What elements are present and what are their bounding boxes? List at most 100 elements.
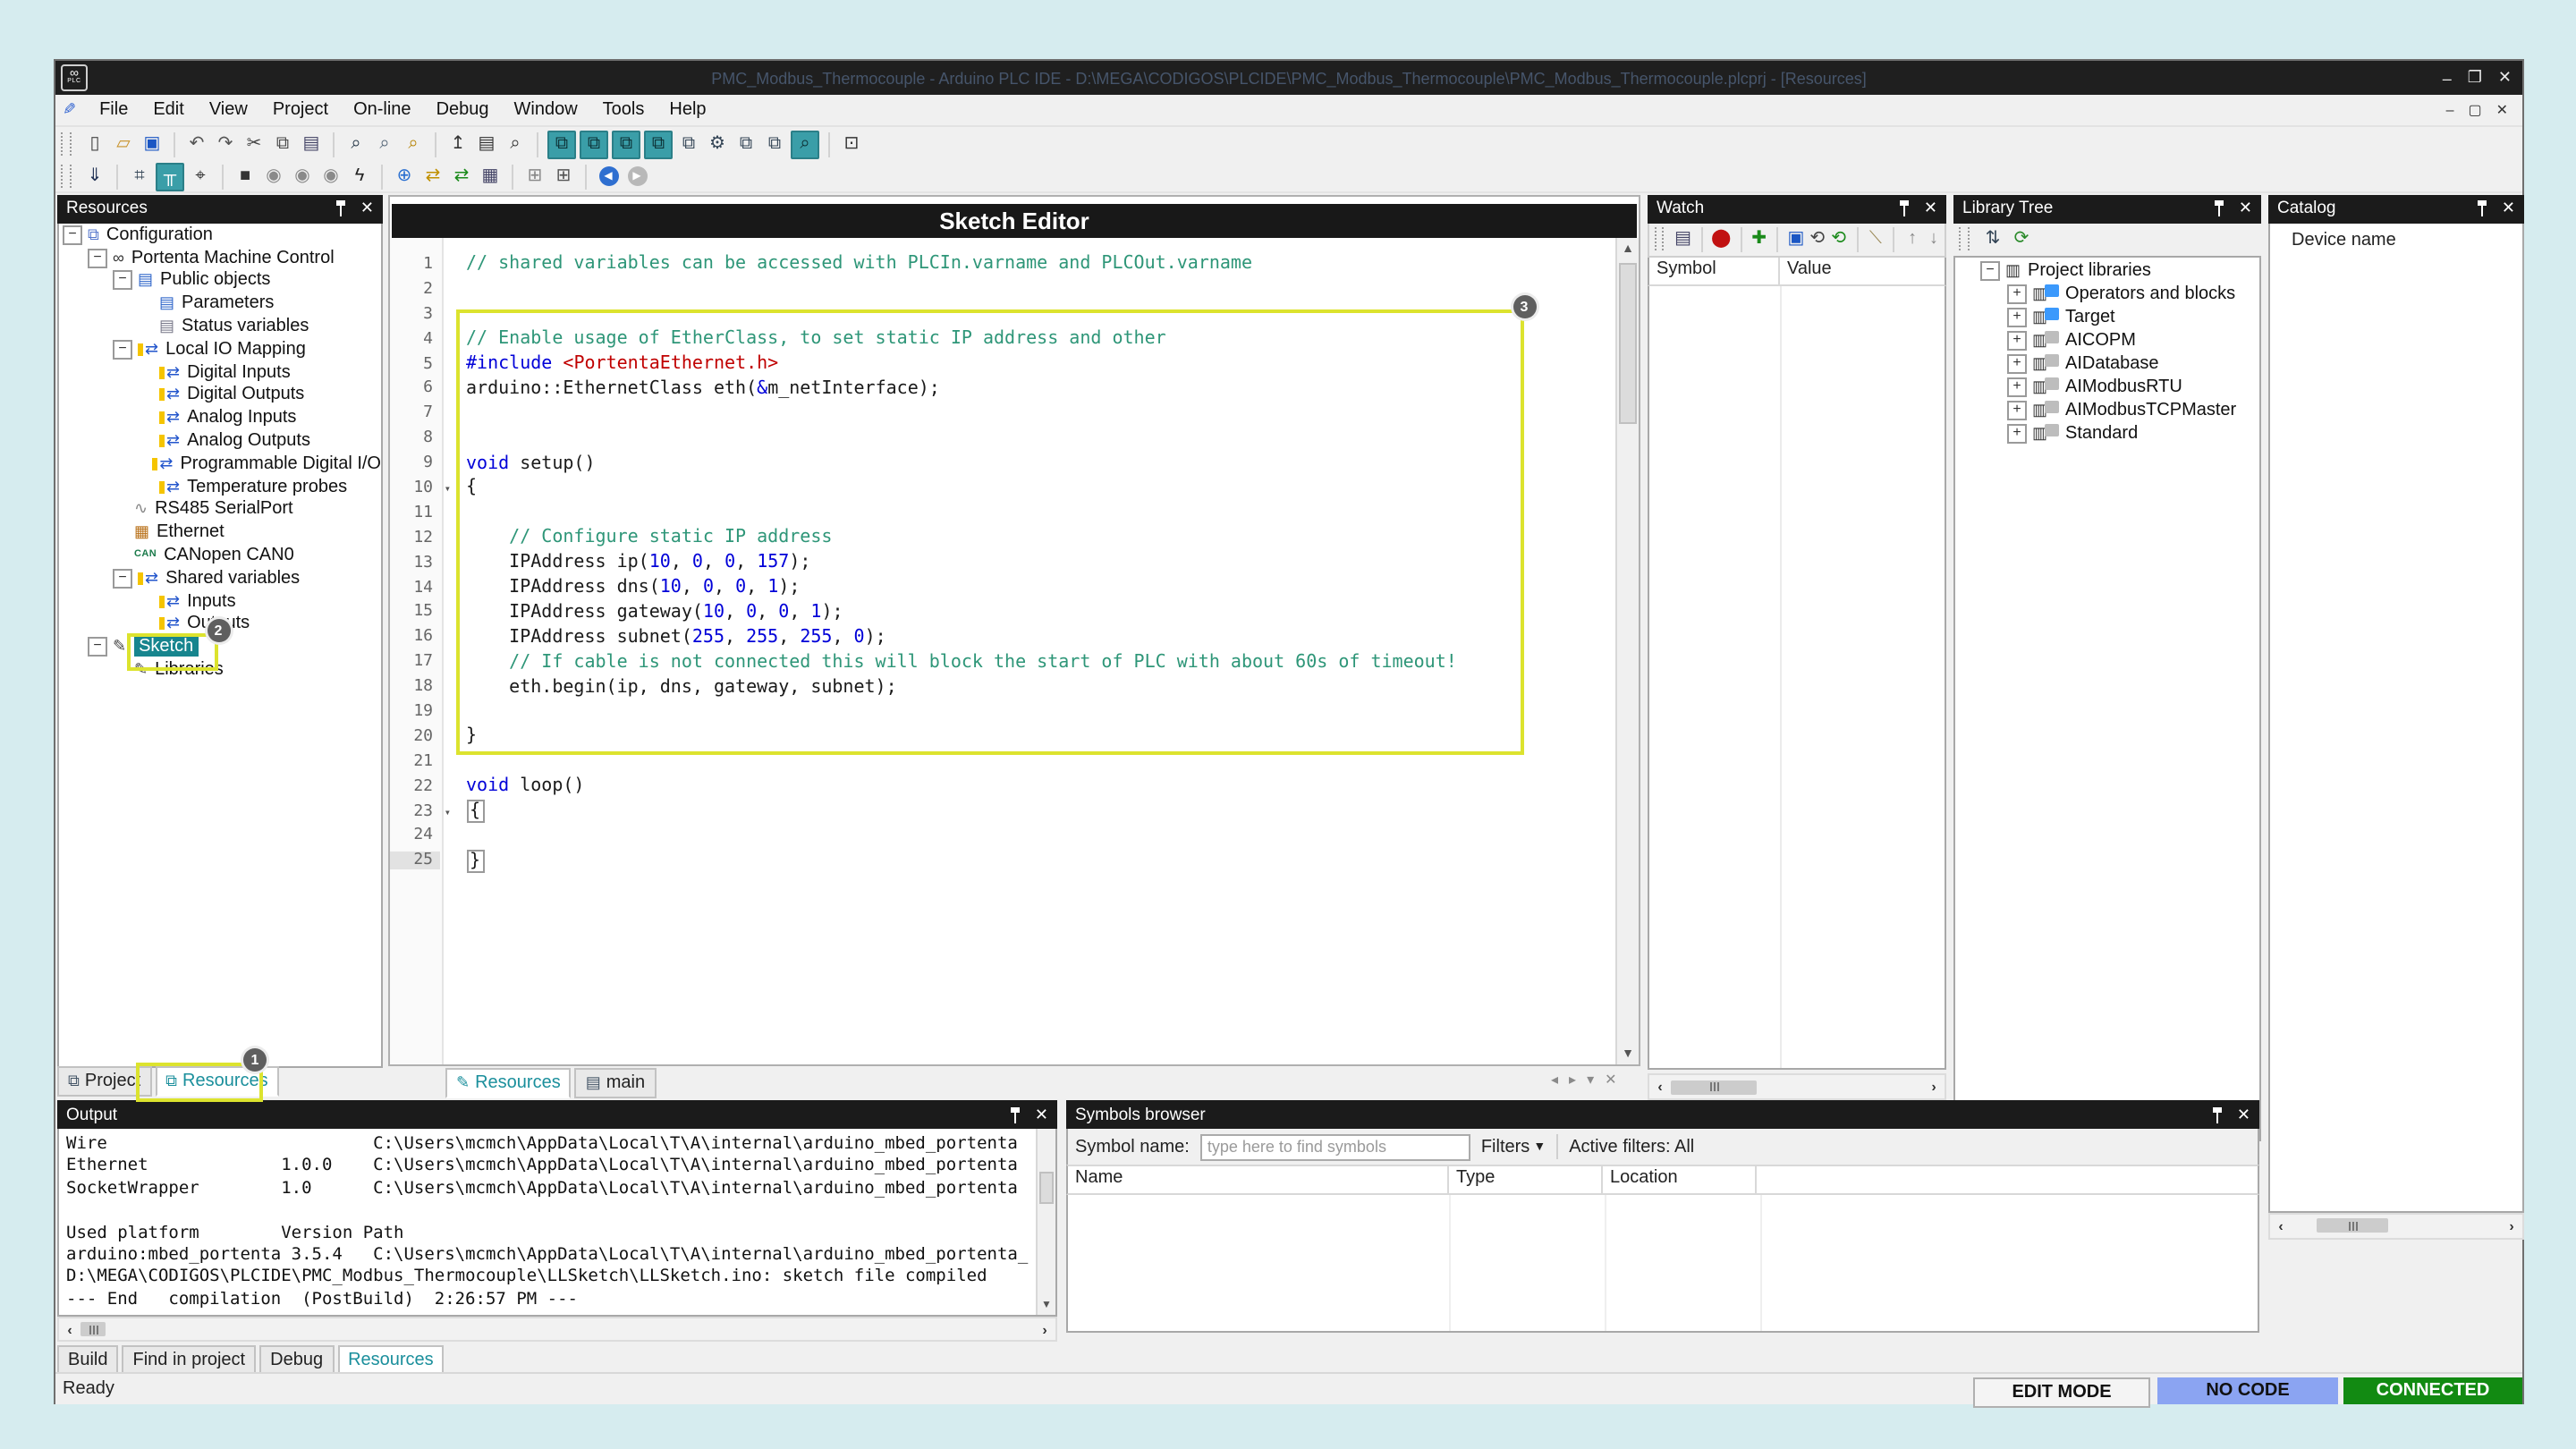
code-line-13[interactable]: 13 IPAddress ip(10, 0, 0, 157); bbox=[390, 550, 1615, 575]
tree-item-portenta-machine-control[interactable]: −∞Portenta Machine Control bbox=[59, 247, 381, 270]
output-vscrollbar[interactable]: ▼ bbox=[1036, 1129, 1055, 1315]
new-project-icon[interactable]: ▯ bbox=[82, 131, 107, 157]
left-panel-tab-resources[interactable]: ⧉Resources bbox=[155, 1066, 279, 1097]
close-icon[interactable]: ✕ bbox=[2502, 199, 2515, 218]
code-line-24[interactable]: 24 bbox=[390, 824, 1615, 849]
watch-grid-icon[interactable]: ▤ bbox=[1674, 226, 1692, 251]
tree-item-programmable-digital-i-o[interactable]: ⇄Programmable Digital I/O bbox=[59, 453, 381, 476]
watch-move-up-icon[interactable]: ↑ bbox=[1903, 226, 1921, 251]
code-line-2[interactable]: 2 bbox=[390, 277, 1615, 302]
collapse-icon[interactable]: − bbox=[88, 637, 107, 657]
symbols-column-location[interactable]: Location bbox=[1603, 1166, 1757, 1193]
menu-debug[interactable]: Debug bbox=[424, 100, 502, 120]
save-project-icon[interactable]: ▣ bbox=[140, 131, 165, 157]
menu-file[interactable]: File bbox=[87, 100, 140, 120]
tree-item-inputs[interactable]: ⇄Inputs bbox=[59, 590, 381, 614]
editor-tab-resources[interactable]: ✎Resources bbox=[445, 1068, 572, 1098]
output-tab-find-in-project[interactable]: Find in project bbox=[123, 1345, 257, 1376]
editor-tab-main[interactable]: ▤main bbox=[575, 1068, 656, 1098]
symbols-column-type[interactable]: Type bbox=[1449, 1166, 1603, 1193]
online-values-icon[interactable]: ⊕ bbox=[392, 164, 417, 189]
output-tab-debug[interactable]: Debug bbox=[259, 1345, 334, 1376]
code-line-15[interactable]: 15 IPAddress gateway(10, 0, 0, 1); bbox=[390, 600, 1615, 625]
close-icon[interactable]: ✕ bbox=[360, 199, 374, 218]
library-refresh-icon[interactable]: ⟳ bbox=[2009, 226, 2034, 251]
tree-item-aidatabase[interactable]: +▥AIDatabase bbox=[1955, 352, 2259, 375]
toggle-cross-reference-window-icon[interactable]: ⧉ bbox=[733, 131, 758, 157]
undo-icon[interactable]: ↶ bbox=[184, 131, 209, 157]
watch-lock-icon[interactable]: ⬤ bbox=[1711, 226, 1731, 251]
editor-vscrollbar[interactable]: ▲ ▼ bbox=[1615, 238, 1639, 1064]
menu-help[interactable]: Help bbox=[657, 100, 718, 120]
debug-target-2-icon[interactable]: ◉ bbox=[290, 164, 315, 189]
code-line-20[interactable]: 20} bbox=[390, 724, 1615, 750]
menu-project[interactable]: Project bbox=[260, 100, 341, 120]
catalog-hscrollbar[interactable]: ‹ › bbox=[2268, 1212, 2524, 1239]
expand-icon[interactable]: + bbox=[2007, 377, 2027, 396]
scroll-left-icon[interactable]: ‹ bbox=[59, 1321, 80, 1337]
grid-insert-icon[interactable]: ⊞ bbox=[522, 164, 547, 189]
pin-icon[interactable] bbox=[2477, 200, 2489, 216]
output-tab-resources[interactable]: Resources bbox=[337, 1345, 445, 1376]
expand-icon[interactable]: + bbox=[2007, 307, 2027, 326]
close-tab-icon[interactable]: ✕ bbox=[1605, 1072, 1616, 1088]
pin-icon[interactable] bbox=[1899, 200, 1911, 216]
device-connection-settings-icon[interactable]: ⌗ bbox=[127, 164, 152, 189]
tree-item-libraries[interactable]: ✎Libraries bbox=[59, 658, 381, 682]
close-icon[interactable]: ✕ bbox=[1924, 199, 1937, 218]
symbol-search-input[interactable] bbox=[1200, 1133, 1470, 1160]
code-line-21[interactable]: 21 bbox=[390, 750, 1615, 775]
minimize-icon[interactable]: – bbox=[2443, 69, 2452, 87]
menu-view[interactable]: View bbox=[197, 100, 260, 120]
code-line-22[interactable]: 22void loop() bbox=[390, 774, 1615, 799]
compile-icon[interactable]: ϟ bbox=[347, 164, 372, 189]
collapse-icon[interactable]: − bbox=[1980, 260, 2000, 280]
code-line-6[interactable]: 6arduino::EthernetClass eth(&m_netInterf… bbox=[390, 377, 1615, 402]
code-line-17[interactable]: 17 // If cable is not connected this wil… bbox=[390, 650, 1615, 675]
filters-button[interactable]: Filters▼ bbox=[1481, 1137, 1546, 1157]
code-line-16[interactable]: 16 IPAddress subnet(255, 255, 255, 0); bbox=[390, 625, 1615, 650]
find-next-icon[interactable]: ⌕ bbox=[372, 131, 397, 157]
tab-list-icon[interactable]: ▾ bbox=[1587, 1072, 1594, 1088]
tree-item-aicopm[interactable]: +▥AICOPM bbox=[1955, 328, 2259, 352]
code-line-5[interactable]: 5#include <PortentaEthernet.h> bbox=[390, 352, 1615, 377]
tree-item-standard[interactable]: +▥Standard bbox=[1955, 421, 2259, 445]
scroll-right-icon[interactable]: › bbox=[1923, 1079, 1945, 1095]
pin-icon[interactable] bbox=[2212, 1106, 2224, 1123]
pin-icon[interactable] bbox=[1010, 1106, 1022, 1123]
code-line-10[interactable]: 10▾{ bbox=[390, 476, 1615, 501]
find-in-project-icon[interactable]: ⌕ bbox=[401, 131, 426, 157]
fold-icon[interactable]: ▾ bbox=[445, 806, 451, 818]
toggle-find-results-window-icon[interactable]: ⌕ bbox=[791, 130, 819, 158]
watch-save-list-icon[interactable]: ▣ bbox=[1787, 226, 1805, 251]
diff-source-icon[interactable]: ⇄ bbox=[449, 164, 474, 189]
code-line-3[interactable]: 3 bbox=[390, 302, 1615, 327]
scroll-right-icon[interactable]: › bbox=[2501, 1217, 2522, 1233]
diff-download-icon[interactable]: ⇄ bbox=[420, 164, 445, 189]
code-line-23[interactable]: 23▾{ bbox=[390, 799, 1615, 824]
toggle-output-window-icon[interactable]: ⧉ bbox=[580, 130, 608, 158]
navigate-back-icon[interactable]: ◀ bbox=[596, 164, 621, 189]
toggle-text-window-icon[interactable]: ⧉ bbox=[762, 131, 787, 157]
tree-item-status-variables[interactable]: ▤Status variables bbox=[59, 315, 381, 338]
debug-target-3-icon[interactable]: ◉ bbox=[318, 164, 343, 189]
menu-on-line[interactable]: On-line bbox=[341, 100, 424, 120]
symbols-column-name[interactable]: Name bbox=[1068, 1166, 1449, 1193]
mdi-close-icon[interactable]: ✕ bbox=[2496, 102, 2508, 118]
tree-item-aimodbustcpmaster[interactable]: +▥AIModbusTCPMaster bbox=[1955, 398, 2259, 421]
fold-icon[interactable]: ▾ bbox=[445, 483, 451, 496]
copy-icon[interactable]: ⧉ bbox=[270, 131, 295, 157]
pin-icon[interactable] bbox=[335, 200, 348, 216]
code-line-19[interactable]: 19 bbox=[390, 699, 1615, 724]
resource-table-icon[interactable]: ▦ bbox=[478, 164, 503, 189]
tree-item-configuration[interactable]: −⧉Configuration bbox=[59, 224, 381, 247]
code-line-7[interactable]: 7 bbox=[390, 402, 1615, 427]
watch-load-list-icon[interactable]: ⟲ bbox=[1809, 226, 1826, 251]
watch-append-list-icon[interactable]: ⟲ bbox=[1830, 226, 1848, 251]
close-icon[interactable]: ✕ bbox=[1035, 1105, 1048, 1124]
watch-column-symbol[interactable]: Symbol bbox=[1649, 257, 1780, 284]
scrollbar-thumb[interactable] bbox=[2317, 1218, 2388, 1233]
menu-tools[interactable]: Tools bbox=[590, 100, 657, 120]
close-icon[interactable]: ✕ bbox=[2498, 68, 2512, 88]
scroll-down-icon[interactable]: ▼ bbox=[1038, 1297, 1055, 1315]
